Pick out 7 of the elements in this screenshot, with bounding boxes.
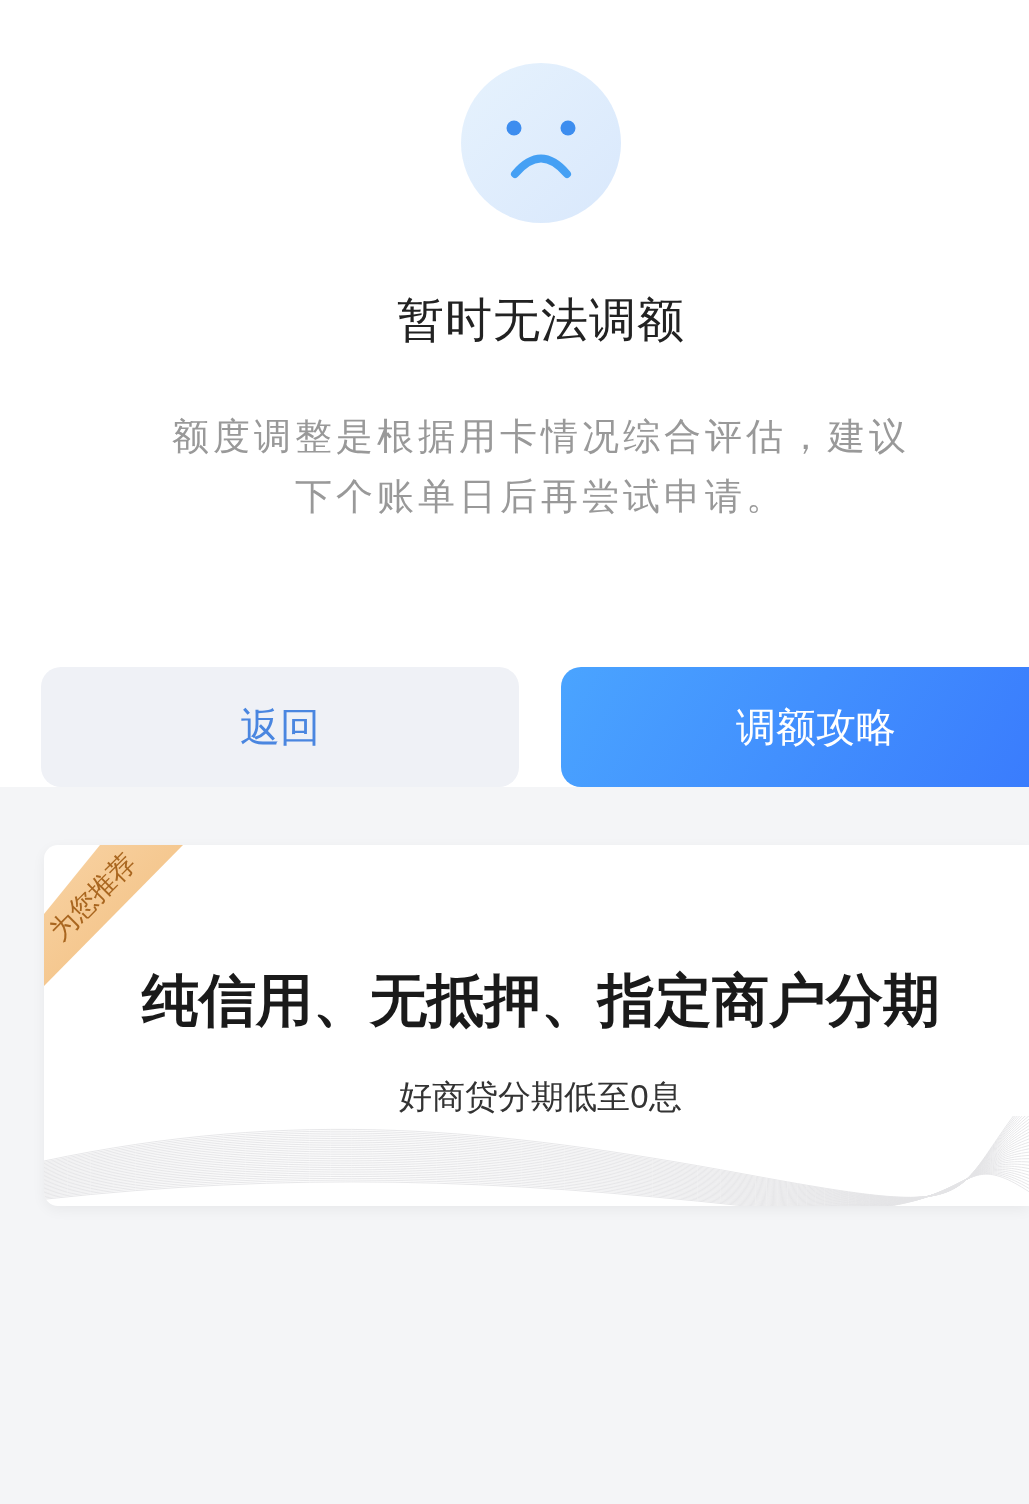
result-message: 额度调整是根据用卡情况综合评估，建议下个账单日后再尝试申请。 xyxy=(170,415,911,519)
result-title: 暂时无法调额 xyxy=(396,292,685,348)
strategy-button[interactable]: 调额攻略 xyxy=(561,667,1029,787)
promo-subtitle: 好商贷分期低至0息 xyxy=(399,1077,682,1117)
back-button[interactable]: 返回 xyxy=(41,667,519,787)
sad-face-icon xyxy=(460,63,621,223)
promo-card[interactable]: 为您推荐 纯信用、无抵押、指定商户分期 好商贷分期低至0息 xyxy=(44,845,1029,1206)
